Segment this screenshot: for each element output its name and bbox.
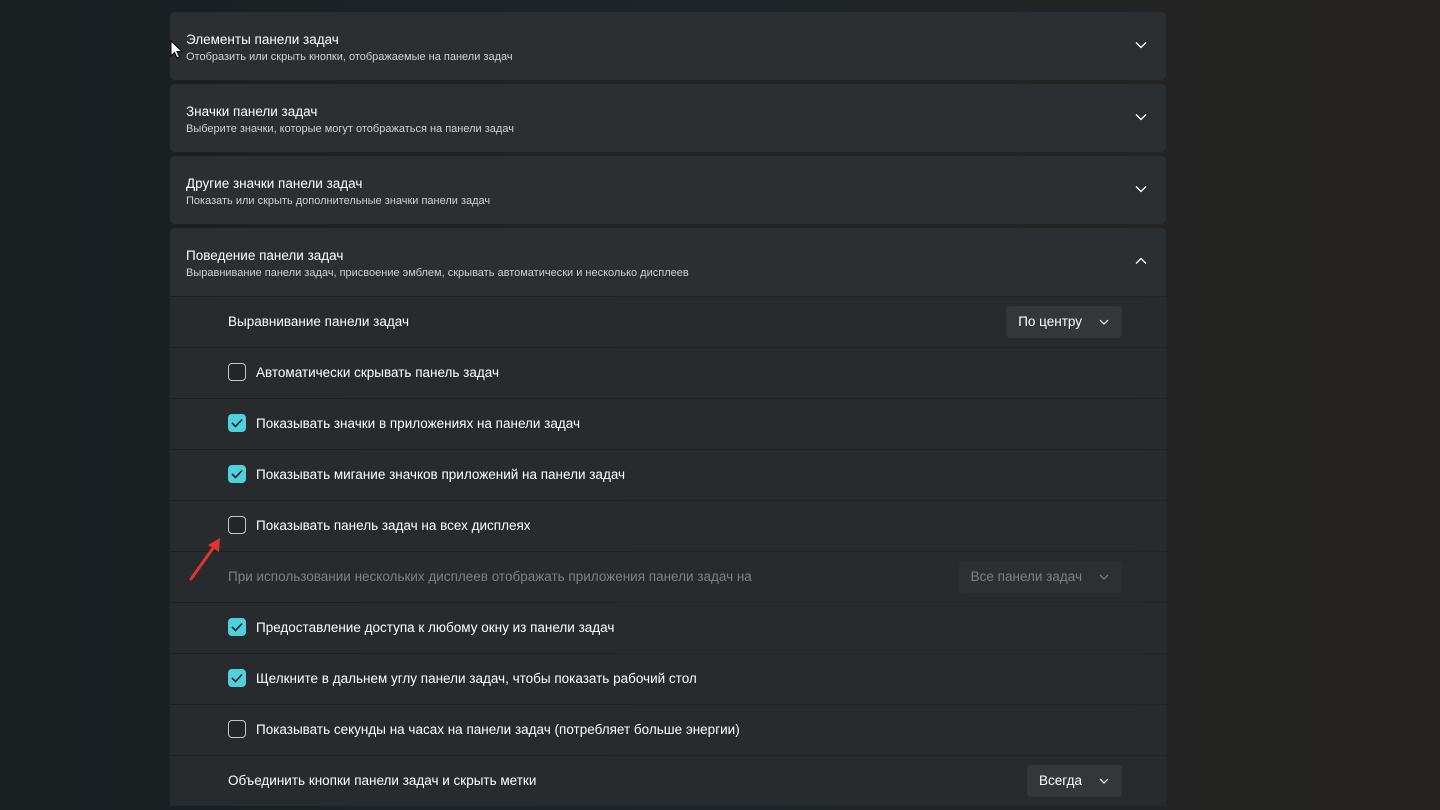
section-taskbar-items[interactable]: Элементы панели задач Отобразить или скр… xyxy=(170,12,1166,80)
section-taskbar-behavior[interactable]: Поведение панели задач Выравнивание пане… xyxy=(170,228,1166,296)
all-displays-checkbox[interactable] xyxy=(228,516,246,534)
chevron-down-icon xyxy=(1099,778,1109,784)
setting-label: Показывать панель задач на всех дисплеях xyxy=(256,518,531,533)
dropdown-value: По центру xyxy=(1018,314,1082,329)
section-taskbar-icons[interactable]: Значки панели задач Выберите значки, кот… xyxy=(170,84,1166,152)
section-title: Другие значки панели задач xyxy=(186,176,363,191)
setting-label: Предоставление доступа к любому окну из … xyxy=(256,620,615,635)
section-title: Поведение панели задач xyxy=(186,248,344,263)
section-title: Значки панели задач xyxy=(186,104,318,119)
setting-row-flashing: Показывать мигание значков приложений на… xyxy=(170,450,1166,500)
section-title: Элементы панели задач xyxy=(186,32,339,47)
alignment-dropdown[interactable]: По центру xyxy=(1006,306,1122,338)
setting-label: Автоматически скрывать панель задач xyxy=(256,365,500,380)
setting-row-all-displays: Показывать панель задач на всех дисплеях xyxy=(170,501,1166,551)
section-subtitle: Показать или скрыть дополнительные значк… xyxy=(186,195,491,207)
checkmark-icon xyxy=(231,622,243,632)
taskbar-settings-list: Элементы панели задач Отобразить или скр… xyxy=(170,12,1166,807)
setting-row-badges: Показывать значки в приложениях на панел… xyxy=(170,399,1166,449)
autohide-checkbox[interactable] xyxy=(228,363,246,381)
share-window-checkbox[interactable] xyxy=(228,618,246,636)
checkmark-icon xyxy=(231,469,243,479)
chevron-down-icon[interactable] xyxy=(1134,110,1148,124)
chevron-up-icon[interactable] xyxy=(1134,254,1148,268)
setting-label: Объединить кнопки панели задач и скрыть … xyxy=(228,773,537,788)
chevron-down-icon xyxy=(1099,319,1109,325)
section-subtitle: Отобразить или скрыть кнопки, отображаем… xyxy=(186,51,513,63)
section-other-taskbar-icons[interactable]: Другие значки панели задач Показать или … xyxy=(170,156,1166,224)
setting-label: Показывать секунды на часах на панели за… xyxy=(256,722,740,737)
setting-row-autohide: Автоматически скрывать панель задач xyxy=(170,348,1166,398)
multi-display-dropdown: Все панели задач xyxy=(958,561,1122,593)
flashing-checkbox[interactable] xyxy=(228,465,246,483)
checkmark-icon xyxy=(231,418,243,428)
setting-label: Показывать мигание значков приложений на… xyxy=(256,467,626,482)
chevron-down-icon[interactable] xyxy=(1134,182,1148,196)
setting-row-seconds: Показывать секунды на часах на панели за… xyxy=(170,705,1166,755)
chevron-down-icon[interactable] xyxy=(1134,38,1148,52)
setting-label: Показывать значки в приложениях на панел… xyxy=(256,416,580,431)
far-corner-checkbox[interactable] xyxy=(228,669,246,687)
section-subtitle: Выравнивание панели задач, присвоение эм… xyxy=(186,267,689,279)
dropdown-value: Всегда xyxy=(1039,773,1082,788)
setting-label: При использовании нескольких дисплеев от… xyxy=(228,569,752,584)
checkmark-icon xyxy=(231,673,243,683)
settings-page: Элементы панели задач Отобразить или скр… xyxy=(0,0,1440,810)
seconds-checkbox[interactable] xyxy=(228,720,246,738)
chevron-down-icon xyxy=(1099,574,1109,580)
red-arrow-icon xyxy=(189,538,220,581)
setting-row-share-window: Предоставление доступа к любому окну из … xyxy=(170,603,1166,653)
setting-row-combine: Объединить кнопки панели задач и скрыть … xyxy=(170,756,1166,806)
mouse-cursor-icon xyxy=(170,40,184,59)
dropdown-value: Все панели задач xyxy=(970,569,1082,584)
combine-dropdown[interactable]: Всегда xyxy=(1027,765,1122,797)
setting-row-alignment: Выравнивание панели задач По центру xyxy=(170,297,1166,347)
badges-checkbox[interactable] xyxy=(228,414,246,432)
setting-label: Щелкните в дальнем углу панели задач, чт… xyxy=(256,671,697,686)
setting-row-multi-display: При использовании нескольких дисплеев от… xyxy=(170,552,1166,602)
section-subtitle: Выберите значки, которые могут отображат… xyxy=(186,123,514,135)
setting-label: Выравнивание панели задач xyxy=(228,314,409,329)
setting-row-far-corner: Щелкните в дальнем углу панели задач, чт… xyxy=(170,654,1166,704)
